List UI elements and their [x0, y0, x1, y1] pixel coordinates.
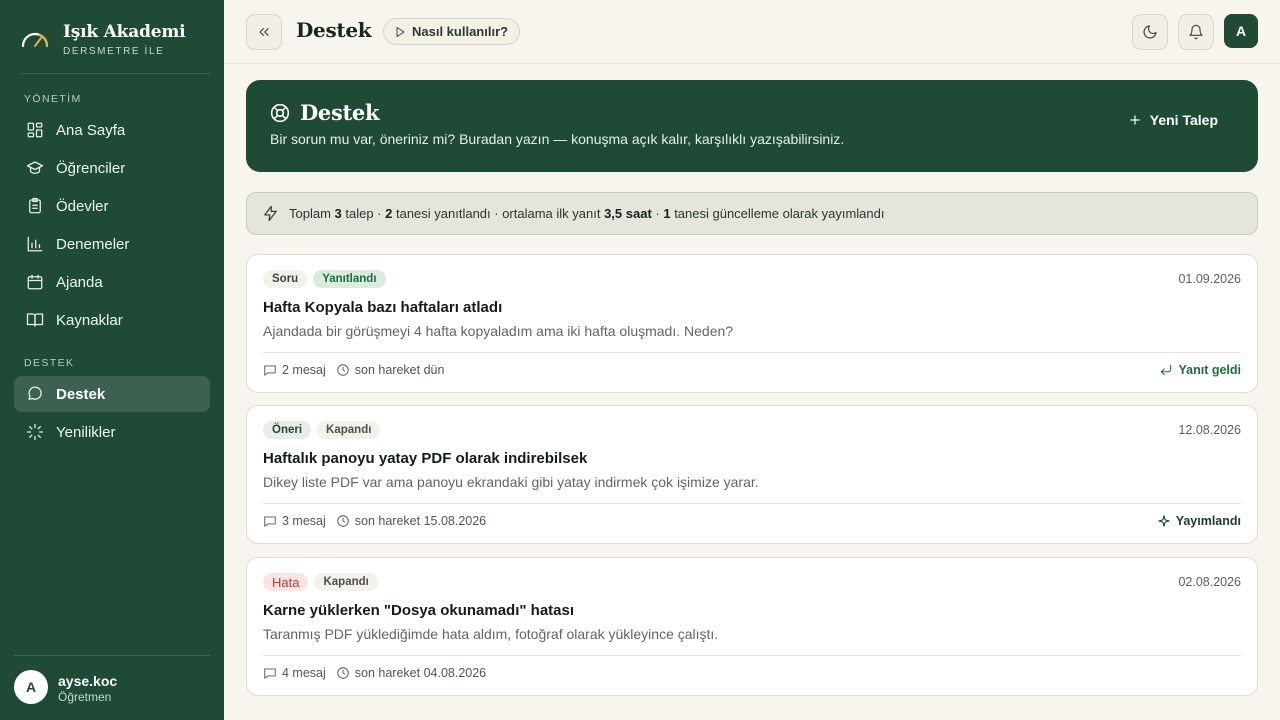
sidebar-item-yenilikler[interactable]: Yenilikler: [14, 414, 210, 450]
sidebar-item-ogrenciler[interactable]: Öğrenciler: [14, 150, 210, 186]
sparkle-burst-icon: [26, 423, 44, 441]
sidebar-item-label: Denemeler: [56, 235, 130, 253]
chevrons-left-icon: [259, 28, 269, 36]
new-ticket-button[interactable]: Yeni Talep: [1112, 104, 1234, 136]
sidebar-item-denemeler[interactable]: Denemeler: [14, 226, 210, 262]
ticket-status-badge: Yanıtlandı: [313, 270, 386, 288]
lifebuoy-icon: [270, 103, 290, 123]
graduation-cap-icon: [26, 161, 44, 174]
sidebar-item-ana-sayfa[interactable]: Ana Sayfa: [14, 112, 210, 148]
account-avatar-button[interactable]: A: [1224, 14, 1258, 48]
user-name: ayse.koc: [58, 673, 118, 689]
clock-icon: [337, 667, 349, 679]
ticket-last-activity: son hareket dün: [336, 363, 444, 377]
sidebar-item-label: Ödevler: [56, 197, 109, 215]
calendar-icon: [27, 274, 43, 290]
divider: [263, 352, 1241, 353]
ticket-stats-bar: Toplam 3 talep · 2 tanesi yanıtlandı · o…: [246, 192, 1258, 235]
message-square-icon: [264, 365, 276, 376]
ticket-type-badge: Hata: [263, 573, 309, 591]
ticket-card[interactable]: Soru Yanıtlandı 01.09.2026 Hafta Kopyala…: [246, 254, 1258, 393]
ticket-status-badge: Kapandı: [314, 573, 378, 591]
sidebar: Işık Akademi DERSMETRE İLE YÖNETİM Ana S…: [0, 0, 224, 720]
sidebar-item-label: Öğrenciler: [56, 159, 126, 177]
book-open-icon: [26, 313, 44, 327]
theme-toggle-button[interactable]: [1132, 14, 1168, 50]
ticket-message-count: 3 mesaj: [263, 514, 326, 528]
ticket-description: Taranmış PDF yüklediğimde hata aldım, fo…: [263, 626, 719, 642]
ticket-description: Ajandada bir görüşmeyi 4 hafta kopyaladı…: [263, 323, 734, 339]
corner-down-left-icon: [1161, 364, 1172, 376]
play-icon: [396, 26, 405, 37]
how-to-use-button[interactable]: Nasıl kullanılır?: [383, 18, 521, 45]
published-indicator: Yayımlandı: [1157, 513, 1241, 529]
clock-icon: [337, 515, 349, 527]
avatar: A: [14, 670, 48, 704]
stat-total: 3: [334, 206, 342, 221]
ticket-title: Haftalık panoyu yatay PDF olarak indireb…: [263, 450, 588, 467]
ticket-type-badge: Soru: [263, 270, 308, 288]
collapse-sidebar-button[interactable]: [246, 14, 282, 50]
hero-description: Bir sorun mu var, öneriniz mi? Buradan y…: [270, 131, 845, 147]
brand-subtitle: DERSMETRE İLE: [63, 46, 165, 57]
section-label-yonetim: YÖNETİM: [24, 93, 82, 105]
how-to-use-label: Nasıl kullanılır?: [412, 24, 509, 39]
sparkle-icon: [1157, 515, 1170, 527]
section-label-destek: DESTEK: [24, 357, 75, 369]
sidebar-item-odevler[interactable]: Ödevler: [14, 188, 210, 224]
ticket-message-count: 4 mesaj: [263, 666, 326, 680]
sidebar-item-destek[interactable]: Destek: [14, 376, 210, 412]
ticket-description: Dikey liste PDF var ama panoyu ekrandaki…: [263, 474, 759, 490]
support-hero-banner: Destek Bir sorun mu var, öneriniz mi? Bu…: [246, 80, 1258, 172]
sidebar-item-label: Destek: [56, 385, 106, 403]
ticket-last-activity: son hareket 04.08.2026: [336, 666, 486, 680]
ticket-type-badge: Öneri: [263, 421, 312, 439]
sidebar-item-kaynaklar[interactable]: Kaynaklar: [14, 302, 210, 338]
divider: [263, 655, 1241, 656]
brand[interactable]: Işık Akademi DERSMETRE İLE: [20, 22, 210, 74]
clock-icon: [337, 364, 349, 376]
stats-summary: Toplam 3 talep · 2 tanesi yanıtlandı · o…: [289, 206, 885, 221]
message-square-icon: [264, 668, 276, 679]
chat-bubble-icon: [28, 386, 42, 400]
clipboard-icon: [29, 197, 41, 214]
ticket-title: Karne yüklerken "Dosya okunamadı" hatası: [263, 602, 575, 619]
ticket-message-count: 2 mesaj: [263, 363, 326, 377]
user-role: Öğretmen: [58, 690, 112, 704]
notifications-button[interactable]: [1178, 14, 1214, 50]
hero-title: Destek: [300, 100, 380, 125]
ticket-card[interactable]: Öneri Kapandı 12.08.2026 Haftalık panoyu…: [246, 405, 1258, 544]
ticket-status-badge: Kapandı: [317, 421, 381, 439]
topbar: Destek Nasıl kullanılır? A: [224, 0, 1280, 64]
ticket-date: 01.09.2026: [1178, 272, 1241, 286]
brand-title: Işık Akademi: [63, 22, 186, 42]
sidebar-item-label: Ana Sayfa: [56, 121, 126, 139]
moon-icon: [1143, 25, 1157, 39]
ticket-card[interactable]: Hata Kapandı 02.08.2026 Karne yüklerken …: [246, 557, 1258, 696]
message-square-icon: [264, 516, 276, 527]
ticket-date: 02.08.2026: [1178, 575, 1241, 589]
ticket-date: 12.08.2026: [1178, 423, 1241, 437]
bar-chart-icon: [27, 236, 43, 252]
ticket-title: Hafta Kopyala bazı haftaları atladı: [263, 299, 503, 316]
ticket-last-activity: son hareket 15.08.2026: [336, 514, 486, 528]
reply-received-indicator: Yanıt geldi: [1159, 362, 1241, 378]
stat-published: 1: [663, 206, 671, 221]
bell-icon: [1189, 24, 1203, 40]
sidebar-item-label: Ajanda: [56, 273, 103, 291]
page-title: Destek: [296, 18, 372, 42]
plus-icon: [1130, 115, 1140, 125]
new-ticket-label: Yeni Talep: [1149, 112, 1218, 128]
stat-avg-response: 3,5 saat: [604, 206, 652, 221]
speedometer-logo-icon: [21, 32, 49, 48]
lightning-icon: [264, 205, 277, 222]
sidebar-item-label: Kaynaklar: [56, 311, 123, 329]
sidebar-item-label: Yenilikler: [56, 423, 116, 441]
divider: [263, 503, 1241, 504]
sidebar-item-ajanda[interactable]: Ajanda: [14, 264, 210, 300]
user-profile[interactable]: A ayse.koc Öğretmen: [14, 655, 210, 720]
dashboard-grid-icon: [27, 122, 43, 138]
